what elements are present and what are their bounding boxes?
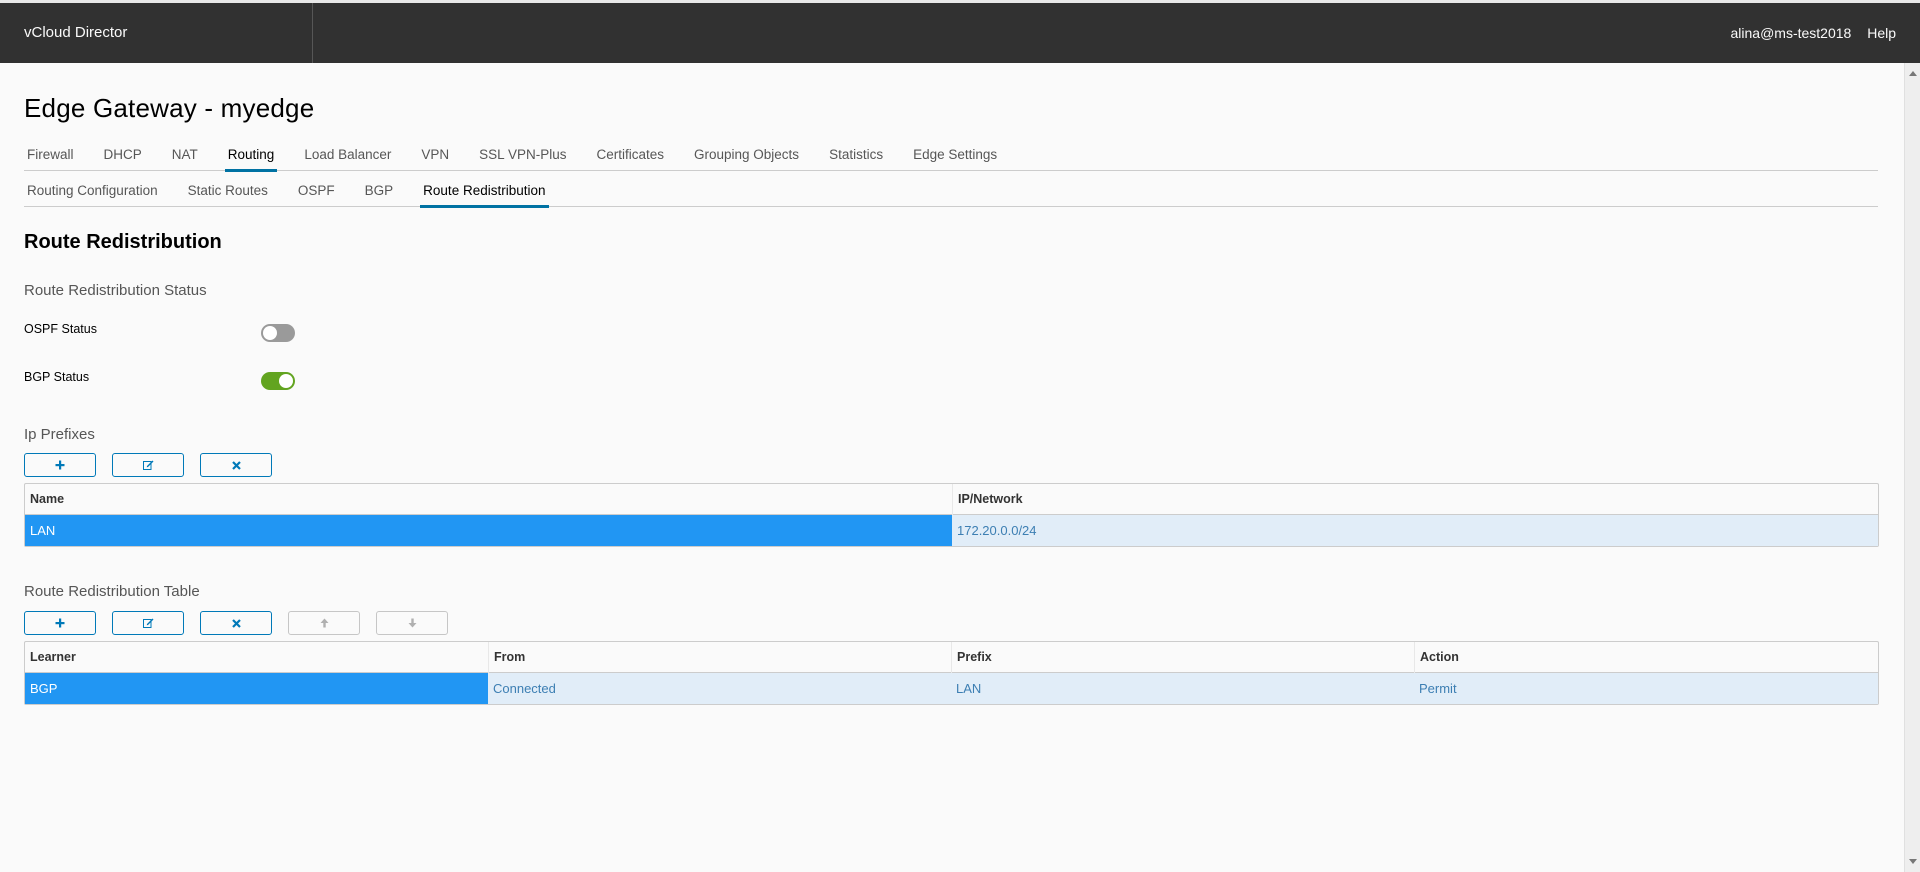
column-header-action[interactable]: Action [1414, 642, 1878, 673]
main-tabs: Firewall DHCP NAT Routing Load Balancer … [24, 141, 1878, 172]
subtab-route-redistribution[interactable]: Route Redistribution [420, 177, 549, 208]
user-menu[interactable]: alina@ms-test2018 [1730, 25, 1851, 41]
toggle-knob [279, 374, 293, 388]
subtab-static-routes[interactable]: Static Routes [185, 177, 271, 207]
cell-from[interactable]: Connected [488, 673, 951, 704]
tab-statistics[interactable]: Statistics [826, 141, 886, 171]
grid-header: Name IP/Network [25, 484, 1878, 515]
ospf-status-label: OSPF Status [24, 322, 97, 336]
edit-rule-button[interactable] [112, 611, 184, 635]
ip-prefixes-toolbar [24, 453, 288, 477]
ospf-status-toggle[interactable] [261, 324, 295, 342]
close-icon [231, 618, 241, 628]
tab-vpn[interactable]: VPN [418, 141, 452, 171]
cell-ip-network[interactable]: 172.20.0.0/24 [952, 515, 1878, 546]
sub-tabs: Routing Configuration Static Routes OSPF… [24, 177, 1878, 208]
tab-firewall[interactable]: Firewall [24, 141, 77, 171]
header-divider [312, 3, 313, 63]
edit-ip-prefix-button[interactable] [112, 453, 184, 477]
tab-edge-settings[interactable]: Edge Settings [910, 141, 1000, 171]
add-ip-prefix-button[interactable] [24, 453, 96, 477]
edit-icon [142, 618, 153, 628]
help-link[interactable]: Help [1867, 25, 1896, 41]
ip-prefixes-title: Ip Prefixes [24, 426, 95, 443]
subtab-bgp[interactable]: BGP [362, 177, 397, 207]
section-title: Route Redistribution [24, 231, 222, 253]
tab-nat[interactable]: NAT [169, 141, 201, 171]
move-up-button[interactable] [288, 611, 360, 635]
subtab-routing-configuration[interactable]: Routing Configuration [24, 177, 161, 207]
app-header: vCloud Director alina@ms-test2018 Help [0, 3, 1920, 63]
cell-learner[interactable]: BGP [25, 673, 488, 704]
tab-ssl-vpn-plus[interactable]: SSL VPN-Plus [476, 141, 569, 171]
tab-grouping-objects[interactable]: Grouping Objects [691, 141, 802, 171]
tab-load-balancer[interactable]: Load Balancer [301, 141, 394, 171]
toggle-knob [263, 326, 277, 340]
arrow-down-icon [408, 618, 416, 628]
table-row[interactable]: BGP Connected LAN Permit [25, 673, 1878, 704]
ip-prefixes-grid: Name IP/Network LAN 172.20.0.0/24 [24, 483, 1879, 547]
edit-icon [142, 460, 153, 470]
scroll-down-icon[interactable] [1909, 859, 1917, 864]
cell-action[interactable]: Permit [1414, 673, 1878, 704]
tab-certificates[interactable]: Certificates [593, 141, 667, 171]
bgp-status-toggle[interactable] [261, 372, 295, 390]
move-down-button[interactable] [376, 611, 448, 635]
arrow-up-icon [320, 618, 328, 628]
table-row[interactable]: LAN 172.20.0.0/24 [25, 515, 1878, 546]
cell-name[interactable]: LAN [25, 515, 952, 546]
main-content: Edge Gateway - myedge Firewall DHCP NAT … [24, 63, 1879, 872]
plus-icon [55, 618, 65, 628]
vertical-scrollbar[interactable] [1904, 63, 1920, 872]
tab-dhcp[interactable]: DHCP [101, 141, 145, 171]
page-title: Edge Gateway - myedge [24, 93, 315, 123]
cell-prefix[interactable]: LAN [951, 673, 1414, 704]
column-header-ip-network[interactable]: IP/Network [952, 484, 1878, 515]
delete-ip-prefix-button[interactable] [200, 453, 272, 477]
tab-routing[interactable]: Routing [224, 141, 278, 172]
plus-icon [55, 460, 65, 470]
bgp-status-label: BGP Status [24, 370, 90, 384]
column-header-from[interactable]: From [488, 642, 951, 673]
status-subtitle: Route Redistribution Status [24, 282, 207, 299]
header-user-area: alina@ms-test2018 Help [1718, 3, 1896, 63]
column-header-prefix[interactable]: Prefix [951, 642, 1414, 673]
grid-header: Learner From Prefix Action [25, 642, 1878, 673]
redistribution-table-title: Route Redistribution Table [24, 583, 200, 600]
subtab-ospf[interactable]: OSPF [295, 177, 338, 207]
close-icon [231, 460, 241, 470]
scroll-up-icon[interactable] [1909, 71, 1917, 76]
redistribution-toolbar [24, 611, 464, 635]
add-rule-button[interactable] [24, 611, 96, 635]
redistribution-grid: Learner From Prefix Action BGP Connected… [24, 641, 1879, 705]
delete-rule-button[interactable] [200, 611, 272, 635]
app-brand[interactable]: vCloud Director [24, 3, 127, 63]
column-header-learner[interactable]: Learner [25, 642, 488, 673]
column-header-name[interactable]: Name [25, 484, 952, 515]
